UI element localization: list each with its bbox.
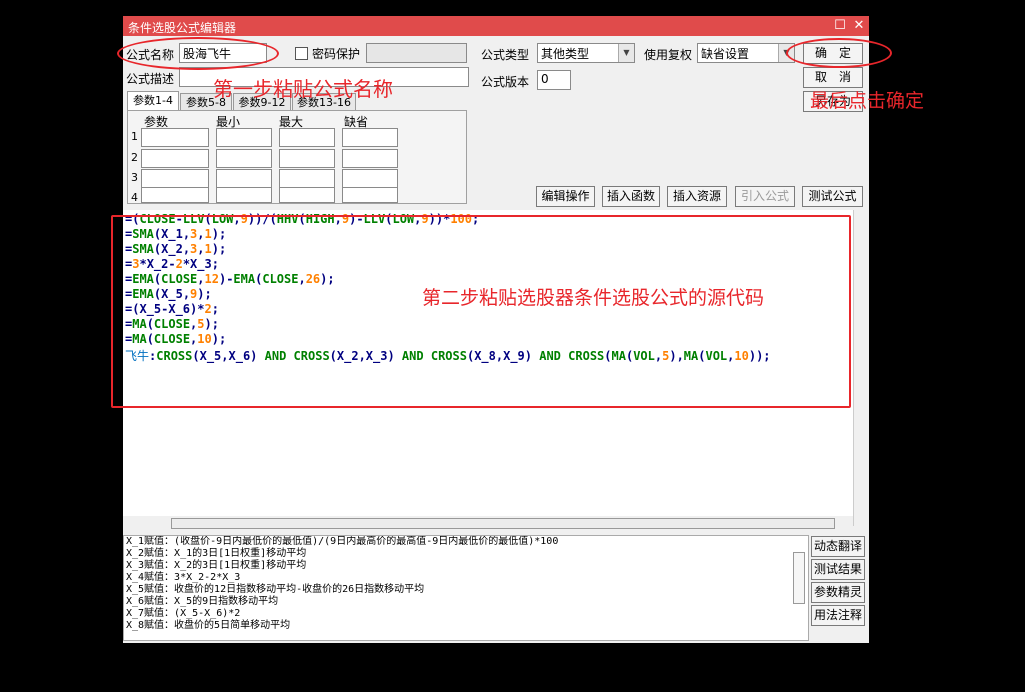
insert-resource-button[interactable]: 插入资源: [667, 186, 727, 207]
description-line: X_1赋值：(收盘价-9日内最低价的最低值)/(9日内最高价的最高值-9日内最低…: [126, 536, 559, 547]
param-row-number: 1: [131, 130, 138, 143]
import-formula-button[interactable]: 引入公式: [735, 186, 795, 207]
title-bar: 条件选股公式编辑器 ☐ ✕: [123, 16, 869, 36]
param-panel: 参数 最小 最大 缺省 1 2 3 4: [127, 110, 467, 204]
param-name-cell[interactable]: [141, 187, 209, 203]
param-row-number: 3: [131, 171, 138, 184]
tab-params-1-4[interactable]: 参数1-4: [127, 91, 179, 111]
param-max-cell[interactable]: [279, 128, 335, 147]
password-input[interactable]: [366, 43, 467, 63]
cancel-button[interactable]: 取 消: [803, 67, 863, 88]
param-name-cell[interactable]: [141, 128, 209, 147]
fuquan-label: 使用复权: [644, 48, 693, 62]
description-line: X_5赋值：收盘价的12日指数移动平均-收盘价的26日指数移动平均: [126, 584, 425, 595]
description-line: X_4赋值：3*X_2-2*X_3: [126, 572, 241, 583]
param-min-cell[interactable]: [216, 187, 272, 203]
annotation-step2: 第二步粘贴选股器条件选股公式的源代码: [422, 287, 765, 309]
description-line: X_8赋值：收盘价的5日简单移动平均: [126, 620, 291, 631]
fuquan-select[interactable]: 缺省设置 ▼: [697, 43, 795, 63]
description-line: X_2赋值：X_1的3日[1日权重]移动平均: [126, 548, 307, 559]
annotation-final: 最后点击确定: [810, 90, 925, 112]
param-name-cell[interactable]: [141, 149, 209, 168]
chevron-down-icon: ▼: [618, 44, 634, 62]
usage-notes-button[interactable]: 用法注释: [811, 605, 865, 626]
editor-vertical-scrollbar[interactable]: [853, 210, 869, 526]
fuquan-value: 缺省设置: [701, 47, 750, 61]
param-default-cell[interactable]: [342, 128, 398, 147]
dynamic-translate-button[interactable]: 动态翻译: [811, 536, 865, 557]
annotation-step1: 第一步粘贴公式名称: [213, 77, 393, 101]
editor-horizontal-scrollbar[interactable]: [123, 516, 853, 533]
formula-type-label: 公式类型: [481, 48, 530, 62]
param-default-cell[interactable]: [342, 149, 398, 168]
description-line: X_6赋值：X_5的9日指数移动平均: [126, 596, 279, 607]
description-scrollbar[interactable]: [793, 552, 805, 604]
formula-description-area[interactable]: X_1赋值：(收盘价-9日内最低价的最低值)/(9日内最高价的最高值-9日内最低…: [123, 535, 809, 641]
param-max-cell[interactable]: [279, 149, 335, 168]
param-wizard-button[interactable]: 参数精灵: [811, 582, 865, 603]
test-result-button[interactable]: 测试结果: [811, 559, 865, 580]
annotation-oval-ok: [786, 38, 892, 68]
description-line: X_3赋值：X_2的3日[1日权重]移动平均: [126, 560, 307, 571]
scrollbar-thumb[interactable]: [171, 518, 835, 529]
param-max-cell[interactable]: [279, 169, 335, 188]
edit-ops-button[interactable]: 编辑操作: [536, 186, 595, 207]
param-min-cell[interactable]: [216, 149, 272, 168]
annotation-rect-code: [111, 215, 851, 408]
formula-version-label: 公式版本: [481, 75, 530, 89]
param-name-cell[interactable]: [141, 169, 209, 188]
formula-version-input[interactable]: 0: [537, 70, 571, 90]
param-row-number: 4: [131, 191, 138, 204]
param-min-cell[interactable]: [216, 128, 272, 147]
password-label: 密码保护: [312, 47, 361, 61]
insert-function-button[interactable]: 插入函数: [602, 186, 660, 207]
test-formula-button[interactable]: 测试公式: [802, 186, 863, 207]
param-min-cell[interactable]: [216, 169, 272, 188]
param-default-cell[interactable]: [342, 187, 398, 203]
param-default-cell[interactable]: [342, 169, 398, 188]
param-max-cell[interactable]: [279, 187, 335, 203]
formula-type-select[interactable]: 其他类型 ▼: [537, 43, 635, 63]
maximize-icon[interactable]: ☐: [831, 17, 849, 35]
formula-desc-label: 公式描述: [126, 72, 175, 86]
formula-type-value: 其他类型: [541, 47, 590, 61]
annotation-oval-name: [117, 37, 279, 70]
description-line: X_7赋值：(X_5-X_6)*2: [126, 608, 241, 619]
window-title: 条件选股公式编辑器: [128, 21, 237, 35]
password-checkbox[interactable]: [295, 47, 308, 60]
close-icon[interactable]: ✕: [850, 17, 868, 35]
param-row-number: 2: [131, 151, 138, 164]
